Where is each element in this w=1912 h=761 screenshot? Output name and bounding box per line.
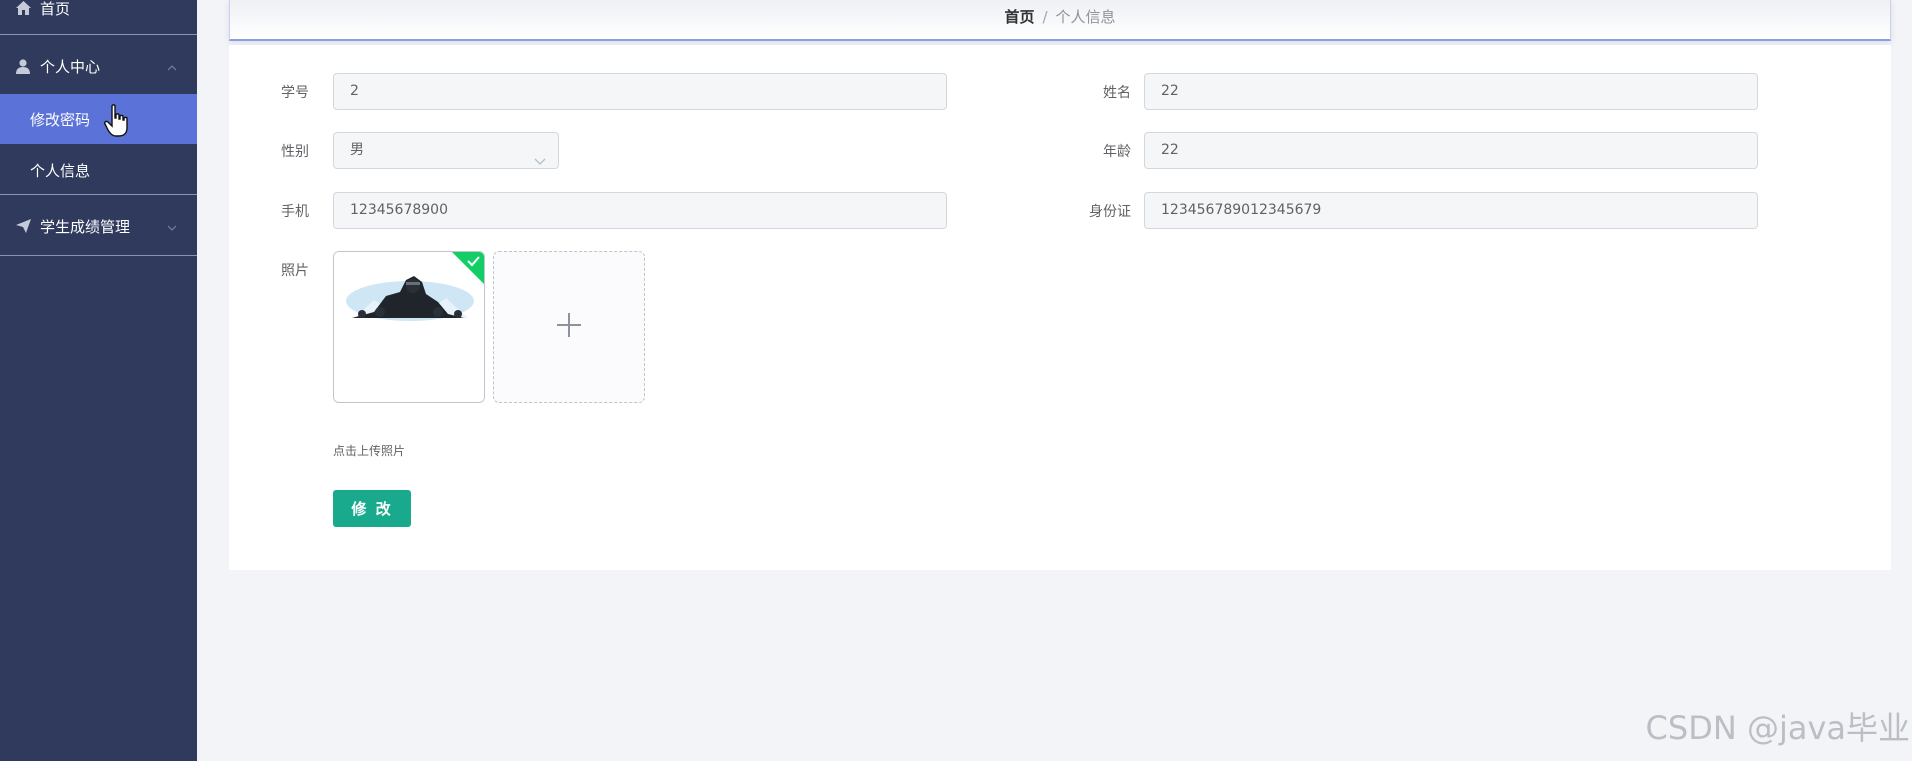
chevron-down-icon [534,145,546,180]
photo-label: 照片 [281,263,309,279]
breadcrumb-current: 个人信息 [1055,8,1116,26]
name-label: 姓名 [1103,85,1131,101]
plus-icon [555,311,583,343]
menu-divider [0,34,197,35]
sidebar-item-label: 修改密码 [30,110,91,129]
sidebar-item-label: 个人中心 [40,57,101,76]
breadcrumb-separator: / [1042,8,1048,26]
age-label: 年龄 [1103,144,1131,160]
gender-select-value: 男 [350,142,364,158]
add-photo-button[interactable] [493,251,645,403]
menu-divider [0,194,197,195]
gender-label: 性别 [281,144,309,160]
age-input[interactable]: 22 [1144,132,1758,169]
sidebar-item-label: 个人信息 [30,161,91,180]
submit-button[interactable]: 修 改 [333,490,411,527]
upload-hint: 点击上传照片 [333,444,406,458]
home-icon [14,0,32,17]
hand-cursor-icon [104,104,130,142]
personal-info-form: 学号 2 姓名 22 性别 男 年龄 22 手机 12345678900 身份证… [229,45,1891,570]
name-input[interactable]: 22 [1144,73,1758,110]
id-card-input[interactable]: 123456789012345679 [1144,192,1758,229]
breadcrumb: 首页 / 个人信息 [230,6,1890,27]
send-icon [14,217,32,235]
sidebar-item-personal-info[interactable]: 个人信息 [0,150,197,190]
phone-label: 手机 [281,204,309,220]
sidebar-item-personal-center[interactable]: 个人中心 [0,48,197,84]
sidebar-item-home[interactable]: 首页 [0,0,197,26]
student-id-label: 学号 [281,85,309,101]
uploaded-photo-thumbnail[interactable] [333,251,485,403]
gender-select[interactable]: 男 [333,132,559,169]
watermark: CSDN @java毕业 [1645,709,1910,747]
menu-divider [0,255,197,256]
upload-success-icon [451,252,484,285]
breadcrumb-home[interactable]: 首页 [1004,8,1034,26]
chevron-down-icon [167,217,177,235]
sidebar-item-label: 首页 [40,0,71,18]
top-bar: 首页 / 个人信息 [229,0,1891,41]
sidebar-item-change-password[interactable]: 修改密码 [0,94,197,144]
sidebar: 首页 个人中心 修改密码 个人信息 学生成绩管理 [0,0,197,761]
sidebar-item-label: 学生成绩管理 [40,217,131,236]
chevron-up-icon [167,57,177,75]
id-card-label: 身份证 [1089,204,1131,220]
phone-input[interactable]: 12345678900 [333,192,947,229]
user-icon [14,57,32,75]
student-id-input[interactable]: 2 [333,73,947,110]
sidebar-item-grade-management[interactable]: 学生成绩管理 [0,208,197,244]
